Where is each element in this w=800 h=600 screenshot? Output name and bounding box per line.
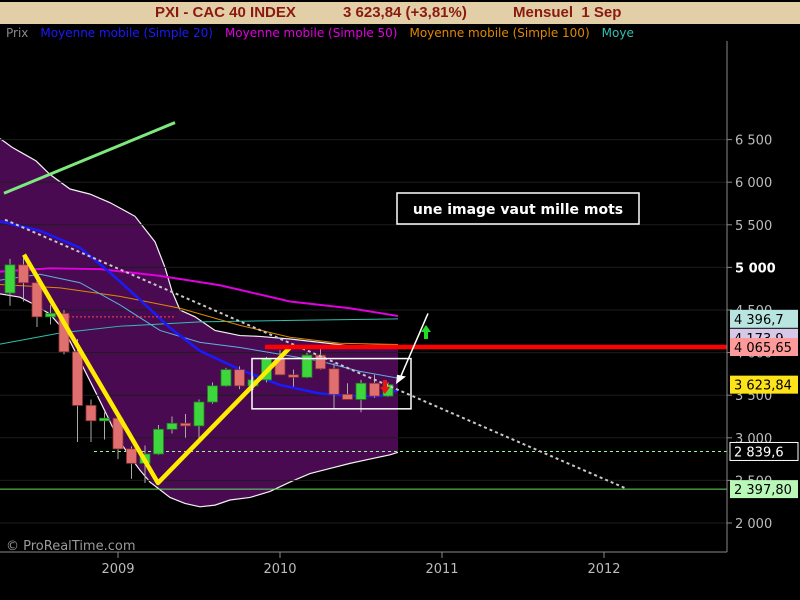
x-tick-label: 2012 xyxy=(587,562,620,577)
candle-body xyxy=(18,264,29,284)
candle-body xyxy=(220,369,232,387)
y-tick-label: 5 500 xyxy=(735,219,772,234)
price-box-label: 3 623,84 xyxy=(734,379,792,394)
y-tick-label: 5 000 xyxy=(735,261,776,276)
price-box-label: 2 397,80 xyxy=(734,483,792,498)
x-tick-label: 2010 xyxy=(263,562,296,577)
candle-body xyxy=(328,368,340,395)
legend-item: Moyenne mobile (Simple 100) xyxy=(409,26,589,40)
annotation-text: une image vaut mille mots xyxy=(413,202,623,218)
price-chart[interactable]: une image vaut mille mots 2 0002 5003 00… xyxy=(0,0,800,600)
candle-body xyxy=(288,374,299,378)
candle-body xyxy=(99,417,110,422)
candle-body xyxy=(72,351,83,406)
x-tick-label: 2011 xyxy=(425,562,458,577)
candle-body xyxy=(355,382,367,400)
candle-body xyxy=(193,401,205,427)
candle-body xyxy=(342,393,353,400)
x-tick-label: 2009 xyxy=(101,562,134,577)
candle-body xyxy=(207,385,218,403)
legend-item: Moyenne mobile (Simple 50) xyxy=(225,26,398,40)
price-box-label: 4 396,7 xyxy=(734,313,784,328)
candle-body xyxy=(369,382,380,397)
legend-item: Prix xyxy=(6,26,28,40)
candle-body xyxy=(85,405,97,422)
y-tick-label: 6 000 xyxy=(735,176,772,191)
y-tick-label: 2 000 xyxy=(735,517,772,532)
watermark: © ProRealTime.com xyxy=(6,539,136,554)
candle-body xyxy=(126,448,137,464)
candle-body xyxy=(31,282,43,318)
candle-body xyxy=(180,422,191,427)
candle-body xyxy=(166,422,178,430)
price-box-label: 4 065,65 xyxy=(734,341,792,356)
legend-item: Moyenne mobile (Simple 20) xyxy=(40,26,213,40)
price-box-label: 2 839,6 xyxy=(734,445,784,460)
annotation-pointer-head xyxy=(396,374,406,385)
candle-body xyxy=(4,264,16,294)
candle-body xyxy=(45,313,56,318)
candle-body xyxy=(234,369,245,387)
y-tick-label: 6 500 xyxy=(735,134,772,149)
candle-body xyxy=(153,428,164,455)
legend-item: Moye xyxy=(602,26,634,40)
